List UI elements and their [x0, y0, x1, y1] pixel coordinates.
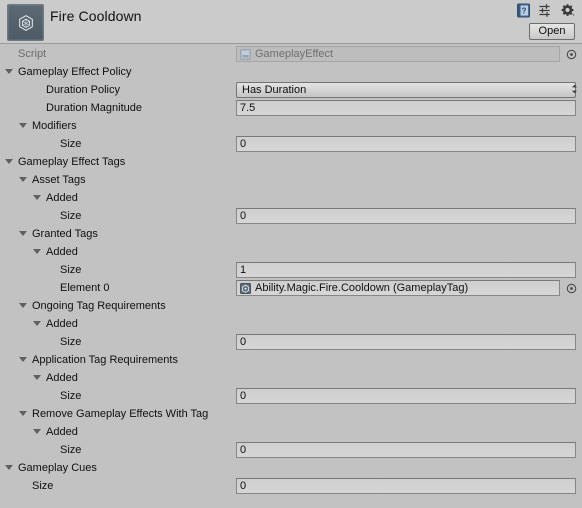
property-row-ongoing-tag-requirements-added: Added: [0, 315, 582, 333]
property-label-gameplay-effect-policy: Gameplay Effect Policy: [18, 66, 132, 78]
input-granted-tags-size[interactable]: 1: [236, 262, 576, 278]
property-row-remove-gameplay-effects-with-tag-size: Size 0: [0, 441, 582, 459]
gear-icon[interactable]: [560, 3, 576, 21]
foldout-arrow-remove-gameplay-effects-with-tag[interactable]: [19, 411, 27, 416]
property-label-modifiers-size: Size: [60, 138, 82, 150]
foldout-arrow-remove-gameplay-effects-with-tag-added[interactable]: [33, 429, 41, 434]
property-label-application-tag-requirements-size: Size: [60, 390, 82, 402]
property-label-gameplay-cues-size: Size: [32, 480, 54, 492]
foldout-arrow-application-tag-requirements-added[interactable]: [33, 375, 41, 380]
property-row-modifiers: Modifiers: [0, 117, 582, 135]
foldout-arrow-gameplay-effect-policy[interactable]: [5, 69, 13, 74]
property-row-asset-tags-added: Added: [0, 189, 582, 207]
object-picker-icon[interactable]: [566, 49, 577, 60]
property-row-script: Script GameplayEffect: [0, 45, 582, 63]
object-picker-icon[interactable]: [566, 283, 577, 294]
property-row-gameplay-cues-size: Size 0: [0, 477, 582, 495]
property-label-granted-tags-size: Size: [60, 264, 82, 276]
input-ongoing-tag-requirements-size[interactable]: 0: [236, 334, 576, 350]
property-label-application-tag-requirements-added: Added: [46, 372, 78, 384]
property-row-asset-tags-size: Size 0: [0, 207, 582, 225]
foldout-arrow-modifiers[interactable]: [19, 123, 27, 128]
object-field-granted-tags-element-0[interactable]: Ability.Magic.Fire.Cooldown (GameplayTag…: [236, 280, 560, 296]
dropdown-duration-policy[interactable]: Has Duration: [236, 82, 576, 98]
property-row-duration-magnitude: Duration Magnitude 7.5: [0, 99, 582, 117]
property-row-gameplay-cues: Gameplay Cues: [0, 459, 582, 477]
property-row-modifiers-size: Size 0: [0, 135, 582, 153]
property-row-granted-tags-added: Added: [0, 243, 582, 261]
help-icon[interactable]: ?: [516, 3, 531, 21]
foldout-arrow-asset-tags[interactable]: [19, 177, 27, 182]
property-label-duration-policy: Duration Policy: [46, 84, 120, 96]
property-label-asset-tags: Asset Tags: [32, 174, 86, 186]
gameplaytag-asset-icon: [240, 282, 251, 294]
preset-icon[interactable]: [538, 3, 553, 21]
popup-arrows-icon: [571, 84, 578, 94]
property-row-remove-gameplay-effects-with-tag: Remove Gameplay Effects With Tag: [0, 405, 582, 423]
property-label-ongoing-tag-requirements-size: Size: [60, 336, 82, 348]
property-row-duration-policy: Duration Policy Has Duration: [0, 81, 582, 99]
input-remove-gameplay-effects-with-tag-size[interactable]: 0: [236, 442, 576, 458]
foldout-arrow-gameplay-effect-tags[interactable]: [5, 159, 13, 164]
property-row-granted-tags-element-0: Element 0 Ability.Magic.Fire.Cooldown (Ga…: [0, 279, 582, 297]
input-application-tag-requirements-size[interactable]: 0: [236, 388, 576, 404]
foldout-arrow-granted-tags[interactable]: [19, 231, 27, 236]
foldout-arrow-ongoing-tag-requirements-added[interactable]: [33, 321, 41, 326]
property-label-duration-magnitude: Duration Magnitude: [46, 102, 143, 114]
input-modifiers-size[interactable]: 0: [236, 136, 576, 152]
property-label-granted-tags-added: Added: [46, 246, 78, 258]
property-label-gameplay-cues: Gameplay Cues: [18, 462, 97, 474]
cs-script-icon: [240, 48, 251, 60]
property-row-remove-gameplay-effects-with-tag-added: Added: [0, 423, 582, 441]
foldout-arrow-application-tag-requirements[interactable]: [19, 357, 27, 362]
property-row-granted-tags-size: Size 1: [0, 261, 582, 279]
header-icon-group: ?: [516, 3, 576, 21]
foldout-arrow-gameplay-cues[interactable]: [5, 465, 13, 470]
page-title: Fire Cooldown: [50, 8, 142, 24]
property-row-gameplay-effect-tags: Gameplay Effect Tags: [0, 153, 582, 171]
property-row-application-tag-requirements-added: Added: [0, 369, 582, 387]
property-label-remove-gameplay-effects-with-tag-added: Added: [46, 426, 78, 438]
input-asset-tags-size[interactable]: 0: [236, 208, 576, 224]
property-label-ongoing-tag-requirements: Ongoing Tag Requirements: [32, 300, 166, 312]
property-label-modifiers: Modifiers: [32, 120, 77, 132]
property-label-granted-tags: Granted Tags: [32, 228, 98, 240]
object-field-script: GameplayEffect: [236, 46, 560, 62]
property-row-gameplay-effect-policy: Gameplay Effect Policy: [0, 63, 582, 81]
property-label-asset-tags-size: Size: [60, 210, 82, 222]
property-label-script: Script: [18, 48, 47, 60]
property-label-granted-tags-element-0: Element 0: [60, 282, 110, 294]
unity-scriptableobject-icon: [7, 4, 44, 41]
foldout-arrow-asset-tags-added[interactable]: [33, 195, 41, 200]
foldout-arrow-ongoing-tag-requirements[interactable]: [19, 303, 27, 308]
property-label-asset-tags-added: Added: [46, 192, 78, 204]
property-row-granted-tags: Granted Tags: [0, 225, 582, 243]
property-label-ongoing-tag-requirements-added: Added: [46, 318, 78, 330]
inspector-header: Fire Cooldown ? Open: [0, 0, 582, 44]
property-label-application-tag-requirements: Application Tag Requirements: [32, 354, 178, 366]
property-row-ongoing-tag-requirements: Ongoing Tag Requirements: [0, 297, 582, 315]
property-label-gameplay-effect-tags: Gameplay Effect Tags: [18, 156, 126, 168]
svg-text:?: ?: [522, 7, 527, 16]
property-row-application-tag-requirements-size: Size 0: [0, 387, 582, 405]
property-row-asset-tags: Asset Tags: [0, 171, 582, 189]
property-label-remove-gameplay-effects-with-tag: Remove Gameplay Effects With Tag: [32, 408, 209, 420]
foldout-arrow-granted-tags-added[interactable]: [33, 249, 41, 254]
object-field-value: GameplayEffect: [255, 48, 334, 60]
property-row-ongoing-tag-requirements-size: Size 0: [0, 333, 582, 351]
property-label-remove-gameplay-effects-with-tag-size: Size: [60, 444, 82, 456]
property-list: Script GameplayEffect Gameplay Effect Poli…: [0, 44, 582, 495]
input-duration-magnitude[interactable]: 7.5: [236, 100, 576, 116]
property-row-application-tag-requirements: Application Tag Requirements: [0, 351, 582, 369]
object-field-value: Ability.Magic.Fire.Cooldown (GameplayTag…: [255, 282, 469, 294]
input-gameplay-cues-size[interactable]: 0: [236, 478, 576, 494]
open-button[interactable]: Open: [529, 23, 575, 40]
